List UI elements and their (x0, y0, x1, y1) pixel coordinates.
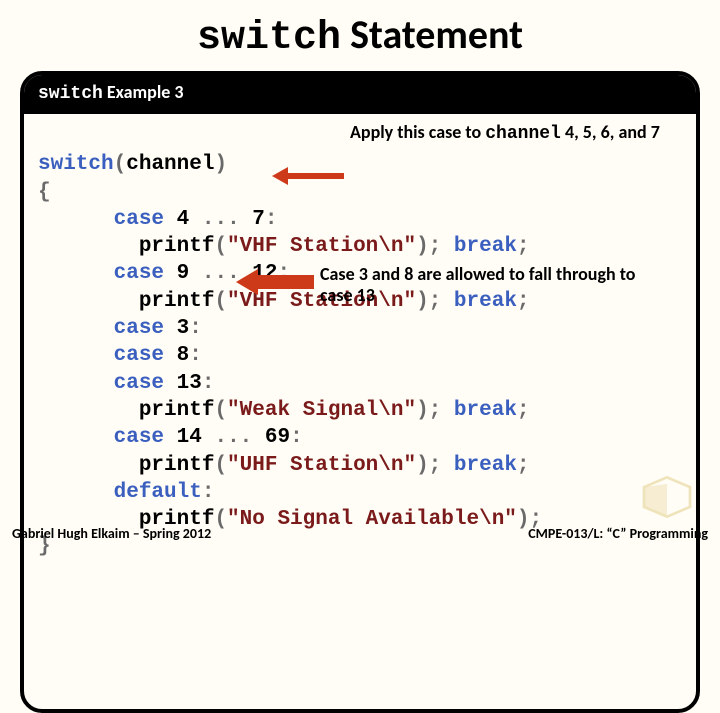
colon: : (265, 208, 278, 231)
dot: . (227, 426, 240, 449)
dot: . (227, 208, 240, 231)
paren-open: ( (114, 153, 127, 176)
semi: ; (517, 235, 530, 258)
ann1-mono: channel (485, 124, 561, 144)
dot: . (214, 262, 227, 285)
footer-author: Gabriel Hugh Elkaim – Spring 2012 (12, 525, 211, 542)
semi: ; (517, 454, 530, 477)
str-vhf1: "VHF Station\n" (227, 235, 416, 258)
title-mono: switch (197, 16, 341, 61)
num-7: 7 (240, 208, 265, 231)
colon: : (290, 426, 303, 449)
kw-case: case (38, 344, 164, 367)
colon: : (189, 317, 202, 340)
num-13: 13 (164, 372, 202, 395)
footer-course: CMPE-013/L: “C” Programming (528, 525, 708, 542)
fn-printf: printf (38, 290, 214, 313)
kw-switch: switch (38, 153, 114, 176)
panel-header-rest: Example 3 (103, 81, 184, 103)
dot: . (240, 426, 253, 449)
paren-close-semi: ); (416, 399, 441, 422)
ann1-post: 4, 5, 6, and 7 (561, 121, 660, 143)
colon: : (202, 481, 215, 504)
code-body: switch(channel) { case 4 ... 7: printf("… (24, 114, 696, 709)
kw-break: break (454, 235, 517, 258)
space (441, 454, 454, 477)
slide-title: switch Statement (0, 10, 720, 61)
fn-printf: printf (38, 454, 214, 477)
paren-open: ( (214, 399, 227, 422)
title-rest: Statement (341, 10, 523, 59)
num-8: 8 (164, 344, 189, 367)
kw-case: case (38, 317, 164, 340)
brace-open: { (38, 181, 51, 204)
fn-printf: printf (38, 399, 214, 422)
kw-break: break (454, 454, 517, 477)
dot: . (214, 426, 227, 449)
ident-channel: channel (126, 153, 214, 176)
kw-case: case (38, 372, 164, 395)
kw-default: default (38, 481, 202, 504)
kw-case: case (38, 262, 164, 285)
paren-open: ( (214, 235, 227, 258)
str-uhf: "UHF Station\n" (227, 454, 416, 477)
arrow-left-icon (272, 169, 344, 183)
str-weak: "Weak Signal\n" (227, 399, 416, 422)
arrow-left-icon (236, 269, 314, 295)
dot: . (214, 208, 227, 231)
paren-open: ( (214, 290, 227, 313)
num-9: 9 (164, 262, 202, 285)
annotation-fallthrough: Case 3 and 8 are allowed to fall through… (320, 264, 650, 305)
paren-open: ( (214, 454, 227, 477)
annotation-range: Apply this case to channel 4, 5, 6, and … (350, 122, 680, 145)
panel-header: switch Example 3 (24, 75, 696, 114)
code-example-panel: switch Example 3 switch(channel) { case … (20, 71, 700, 713)
ann1-pre: Apply this case to (350, 121, 485, 143)
panel-header-mono: switch (38, 84, 103, 104)
dot: . (202, 262, 215, 285)
space (441, 235, 454, 258)
colon: : (189, 344, 202, 367)
num-14: 14 (164, 426, 214, 449)
fn-printf: printf (38, 235, 214, 258)
paren-close-semi: ); (416, 235, 441, 258)
num-69: 69 (252, 426, 290, 449)
paren-close: ) (214, 153, 227, 176)
num-4: 4 (164, 208, 202, 231)
semi: ; (517, 399, 530, 422)
footer: Gabriel Hugh Elkaim – Spring 2012 CMPE-0… (12, 525, 708, 542)
kw-case: case (38, 208, 164, 231)
dot: . (202, 208, 215, 231)
colon: : (202, 372, 215, 395)
space (441, 399, 454, 422)
kw-case: case (38, 426, 164, 449)
num-3: 3 (164, 317, 189, 340)
kw-break: break (454, 399, 517, 422)
paren-close-semi: ); (416, 454, 441, 477)
